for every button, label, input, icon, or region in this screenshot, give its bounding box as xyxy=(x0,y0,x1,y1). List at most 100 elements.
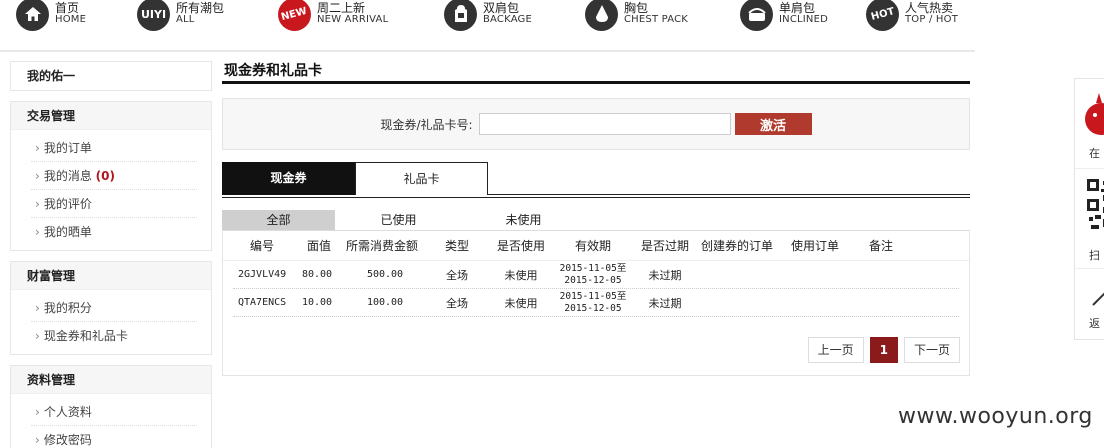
next-page-button[interactable]: 下一页 xyxy=(903,337,960,363)
sidebar-item-label: 我的积分 xyxy=(43,301,92,315)
cell-used: 未使用 xyxy=(504,296,538,310)
nav-shoulder-bag[interactable]: 单肩包 INCLINED xyxy=(740,0,828,32)
sidebar-item-label: 修改密码 xyxy=(43,433,92,447)
sidebar-section-title: 交易管理 xyxy=(11,102,211,130)
cell-used: 未使用 xyxy=(504,268,538,282)
new-badge-icon: NEW xyxy=(278,0,311,31)
nav-top-hot[interactable]: HOT 人气热卖 TOP / HOT xyxy=(866,0,958,32)
panel-item-label: 返 xyxy=(1089,317,1100,330)
nav-label-en: CHEST PACK xyxy=(624,14,689,25)
cell-expired: 未过期 xyxy=(648,268,682,282)
panel-item-label: 扫 xyxy=(1089,249,1100,262)
page-root: 首页 HOME UIYI 所有潮包 ALL NEW 周二上新 NEW ARRIVAL … xyxy=(0,0,1104,448)
sidebar-item-personal-info[interactable]: › 个人资料 xyxy=(31,398,197,426)
col-value: 面值 xyxy=(306,239,331,253)
chest-pack-icon xyxy=(585,0,618,31)
chevron-right-icon: › xyxy=(35,169,40,183)
table-header: 编号 面值 所需消费金额 类型 是否使用 有效期 是否过期 创建券的订单 使用订… xyxy=(223,231,969,261)
sidebar-section-my: 我的佑一 xyxy=(10,61,212,91)
sidebar-item-orders[interactable]: › 我的订单 xyxy=(31,134,197,162)
sidebar-section-wealth: 财富管理 › 我的积分 › 现金券和礼品卡 xyxy=(10,261,212,355)
nav-label-en: BACKAGE xyxy=(483,14,533,25)
nav-new-arrival[interactable]: NEW 周二上新 NEW ARRIVAL xyxy=(278,0,388,32)
top-nav: 首页 HOME UIYI 所有潮包 ALL NEW 周二上新 NEW ARRIVAL … xyxy=(0,0,975,52)
sidebar-item-label: 我的晒单 xyxy=(43,225,92,239)
nav-label-en: HOME xyxy=(55,14,87,25)
valid-to: 2015-12-05 xyxy=(564,274,622,286)
cell-valid-period: 2015-11-05至 2015-12-05 xyxy=(555,263,631,287)
chevron-right-icon: › xyxy=(35,141,40,155)
home-icon xyxy=(16,0,49,31)
cell-valid-period: 2015-11-05至 2015-12-05 xyxy=(555,291,631,315)
sidebar-section-trade: 交易管理 › 我的订单 › 我的消息 (0) › 我的评价 › 我的晒单 xyxy=(10,101,212,251)
mascot-icon xyxy=(1085,93,1104,135)
sidebar-item-label: 我的订单 xyxy=(43,141,92,155)
col-note: 备注 xyxy=(868,239,893,253)
online-service-item[interactable]: 在 xyxy=(1075,79,1104,169)
cell-value: 10.00 xyxy=(301,297,333,308)
prev-page-button[interactable]: 上一页 xyxy=(807,337,864,363)
sidebar-section-title[interactable]: 我的佑一 xyxy=(11,62,211,90)
cell-value: 80.00 xyxy=(301,269,333,280)
nav-label-cn: 胸包 xyxy=(624,1,649,15)
col-type: 类型 xyxy=(444,239,469,253)
nav-backpack[interactable]: 双肩包 BACKAGE xyxy=(444,0,532,32)
uiyi-logo-icon: UIYI xyxy=(137,0,170,31)
chevron-right-icon: › xyxy=(35,225,40,239)
card-number-input[interactable] xyxy=(478,113,731,135)
col-expired: 是否过期 xyxy=(640,239,689,253)
cell-code: QTA7ENCS xyxy=(238,297,287,308)
nav-home[interactable]: 首页 HOME xyxy=(16,0,86,32)
chevron-right-icon: › xyxy=(35,405,40,419)
sidebar-item-points[interactable]: › 我的积分 xyxy=(31,294,197,322)
activate-button[interactable]: 激活 xyxy=(734,113,812,135)
nav-all[interactable]: UIYI 所有潮包 ALL xyxy=(137,0,224,32)
tab-gift-card[interactable]: 礼品卡 xyxy=(355,162,488,195)
filter-unused[interactable]: 未使用 xyxy=(467,210,580,230)
nav-label-cn: 单肩包 xyxy=(779,1,816,15)
back-arrow-icon xyxy=(1092,292,1104,306)
qr-code-item[interactable]: 扫 xyxy=(1075,169,1104,269)
sidebar-item-showcase[interactable]: › 我的晒单 xyxy=(31,218,197,246)
current-page-button[interactable]: 1 xyxy=(869,337,898,363)
table-row: QTA7ENCS 10.00 100.00 全场 未使用 2015-11-05至… xyxy=(233,289,959,317)
pagination: 上一页 1 下一页 xyxy=(802,337,960,363)
col-valid: 有效期 xyxy=(574,239,611,253)
tab-cash-coupon[interactable]: 现金券 xyxy=(222,162,355,195)
chevron-right-icon: › xyxy=(35,301,40,315)
sidebar-item-label: 个人资料 xyxy=(43,405,92,419)
cell-type: 全场 xyxy=(446,268,468,282)
sidebar-section-profile: 资料管理 › 个人资料 › 修改密码 xyxy=(10,365,212,448)
sidebar-item-coupons[interactable]: › 现金券和礼品卡 xyxy=(31,322,197,350)
table-row: 2GJVLV49 80.00 500.00 全场 未使用 2015-11-05至… xyxy=(233,261,959,289)
valid-from: 2015-11-05至 xyxy=(559,290,627,302)
nav-chest-pack[interactable]: 胸包 CHEST PACK xyxy=(585,0,688,32)
chevron-right-icon: › xyxy=(35,433,40,447)
message-count-badge: (0) xyxy=(95,169,115,183)
hot-badge-icon: HOT xyxy=(866,0,899,31)
coupon-table: 编号 面值 所需消费金额 类型 是否使用 有效期 是否过期 创建券的订单 使用订… xyxy=(222,230,970,376)
nav-label-cn: 双肩包 xyxy=(483,1,520,15)
backpack-icon xyxy=(444,0,477,31)
nav-label-en: ALL xyxy=(176,14,195,25)
sidebar-section-title: 资料管理 xyxy=(11,366,211,394)
card-number-label: 现金券/礼品卡号: xyxy=(380,117,473,132)
sidebar-item-reviews[interactable]: › 我的评价 xyxy=(31,190,197,218)
col-min-spend: 所需消费金额 xyxy=(345,239,418,253)
filter-used[interactable]: 已使用 xyxy=(342,210,455,230)
col-create-order: 创建券的订单 xyxy=(700,239,773,253)
panel-item-label: 在 xyxy=(1089,147,1100,160)
filter-tabs: 全部 已使用 未使用 xyxy=(222,210,970,230)
nav-label-en: TOP / HOT xyxy=(905,14,959,25)
qr-code-icon xyxy=(1087,179,1104,229)
nav-label-en: NEW ARRIVAL xyxy=(317,14,389,25)
nav-label-cn: 周二上新 xyxy=(317,1,366,15)
filter-all[interactable]: 全部 xyxy=(222,210,335,230)
floating-side-panel: 在 扫 返 xyxy=(1074,78,1104,340)
back-item[interactable]: 返 xyxy=(1075,269,1104,339)
sidebar-item-messages[interactable]: › 我的消息 (0) xyxy=(31,162,197,190)
sidebar-item-label: 我的消息 xyxy=(43,169,92,183)
sidebar-item-change-password[interactable]: › 修改密码 xyxy=(31,426,197,448)
coupon-tabs: 现金券 礼品卡 xyxy=(222,162,970,198)
sidebar-section-title: 财富管理 xyxy=(11,262,211,290)
